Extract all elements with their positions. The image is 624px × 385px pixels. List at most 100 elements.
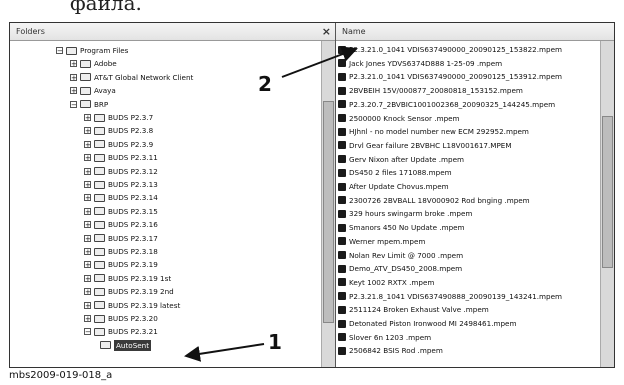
tree-node[interactable]: + BUDS P2.3.19 — [84, 259, 158, 270]
file-row[interactable]: 329 hours swingarm broke .mpem — [338, 208, 472, 219]
tree-node[interactable]: + AT&T Global Network Client — [70, 72, 193, 83]
close-icon[interactable]: × — [322, 23, 331, 40]
tree-node[interactable]: − Program Files — [56, 45, 128, 56]
folder-icon — [94, 260, 105, 269]
expand-icon[interactable]: + — [84, 207, 91, 215]
file-row[interactable]: P2.3.20.7_2BVBIC1001002368_20090325_1442… — [338, 99, 555, 110]
folders-pane: Folders × − Program Files + Adobe + AT&T Glob… — [10, 23, 336, 367]
tree-node[interactable]: + BUDS P2.3.11 — [84, 152, 158, 163]
tree-node[interactable]: + BUDS P2.3.8 — [84, 125, 153, 136]
folders-header-label: Folders — [16, 27, 45, 36]
expand-icon[interactable]: + — [84, 288, 91, 296]
tree-node[interactable]: + BUDS P2.3.7 — [84, 112, 153, 123]
mpem-file-icon — [338, 196, 346, 205]
tree-node-label: BUDS P2.3.20 — [108, 314, 158, 323]
tree-node-label: BUDS P2.3.19 2nd — [108, 287, 174, 297]
expand-icon[interactable]: + — [70, 60, 77, 68]
file-row[interactable]: Slover 6n 1203 .mpem — [338, 332, 431, 343]
file-row[interactable]: Jack Jones YDVS6374D888 1-25-09 .mpem — [338, 58, 502, 69]
file-row[interactable]: Smanors 450 No Update .mpem — [338, 222, 465, 233]
expand-icon[interactable]: + — [84, 154, 91, 162]
file-row[interactable]: 2500000 Knock Sensor .mpem — [338, 113, 460, 124]
file-row[interactable]: Keyt 1002 RXTX .mpem — [338, 277, 434, 288]
tree-node[interactable]: AutoSent — [100, 339, 152, 351]
file-row[interactable]: P2.3.21.8_1041 VDIS637490888_20090139_14… — [338, 291, 562, 302]
mpem-file-icon — [338, 292, 346, 301]
tree-node-label: BUDS P2.3.19 1st — [108, 273, 172, 283]
tree-node[interactable]: − BRP — [70, 99, 108, 110]
tree-node-label: BUDS P2.3.13 — [108, 180, 158, 189]
expand-icon[interactable]: + — [84, 181, 91, 189]
expand-icon[interactable]: + — [84, 261, 91, 269]
file-row[interactable]: Detonated Piston Ironwood MI 2498461.mpe… — [338, 318, 516, 329]
tree-node[interactable]: + BUDS P2.3.9 — [84, 139, 153, 150]
mpem-file-icon — [338, 305, 346, 314]
expand-icon[interactable]: + — [84, 301, 91, 309]
collapse-icon[interactable]: − — [70, 100, 77, 108]
tree-node[interactable]: − BUDS P2.3.21 — [84, 326, 158, 337]
file-row[interactable]: Nolan Rev Limit @ 7000 .mpem — [338, 250, 463, 261]
tree-node[interactable]: + Avaya — [70, 85, 116, 96]
tree-node[interactable]: + BUDS P2.3.12 — [84, 166, 158, 177]
files-scroll-thumb[interactable] — [602, 116, 613, 268]
tree-node-label: AT&T Global Network Client — [94, 72, 194, 82]
file-row[interactable]: 2511124 Broken Exhaust Valve .mpem — [338, 304, 489, 315]
expand-icon[interactable]: + — [70, 73, 77, 81]
expand-icon[interactable]: + — [84, 234, 91, 242]
tree-node[interactable]: + BUDS P2.3.13 — [84, 179, 158, 190]
tree-node[interactable]: + BUDS P2.3.14 — [84, 192, 158, 203]
collapse-icon[interactable]: − — [56, 47, 63, 55]
expand-icon[interactable]: + — [84, 140, 91, 148]
expand-icon[interactable]: + — [84, 248, 91, 256]
tree-node[interactable]: + BUDS P2.3.19 2nd — [84, 286, 174, 297]
files-scrollbar[interactable] — [600, 41, 614, 367]
tree-node[interactable]: + BUDS P2.3.16 — [84, 219, 158, 230]
file-row[interactable]: Drvl Gear failure 2BVBHC L18V001617.MPEM — [338, 140, 512, 151]
file-row[interactable]: After Update Chovus.mpem — [338, 181, 449, 192]
collapse-icon[interactable]: − — [84, 328, 91, 336]
expand-icon[interactable]: + — [84, 167, 91, 175]
expand-icon[interactable]: + — [84, 315, 91, 323]
folder-icon — [80, 100, 91, 109]
file-name: 2511124 Broken Exhaust Valve .mpem — [349, 305, 489, 315]
tree-node-label: BUDS P2.3.21 — [108, 327, 158, 337]
tree-node-label: BRP — [94, 99, 109, 109]
tree-node[interactable]: + Adobe — [70, 58, 117, 69]
file-row[interactable]: P2.3.21.0_1041 VDIS637490000_20090125_15… — [338, 44, 562, 55]
expand-icon[interactable]: + — [70, 87, 77, 95]
name-column-header[interactable]: Name — [336, 23, 614, 41]
callout-2: 2 — [258, 72, 272, 96]
expand-icon[interactable]: + — [84, 194, 91, 202]
file-row[interactable]: P2.3.21.0_1041 VDIS637490000_20090125_15… — [338, 71, 562, 82]
folders-scroll-thumb[interactable] — [323, 101, 334, 323]
expand-icon[interactable]: + — [84, 274, 91, 282]
tree-node[interactable]: + BUDS P2.3.18 — [84, 246, 158, 257]
file-name: Nolan Rev Limit @ 7000 .mpem — [349, 250, 464, 260]
file-row[interactable]: 2506842 BSIS Rod .mpem — [338, 345, 443, 356]
tree-node-label: AutoSent — [114, 339, 152, 351]
file-row[interactable]: HJhnl - no model number new ECM 292952.m… — [338, 126, 529, 137]
folders-scrollbar[interactable] — [321, 41, 335, 367]
file-name: Gerv Nixon after Update .mpem — [349, 154, 465, 164]
tree-node[interactable]: + BUDS P2.3.19 latest — [84, 300, 180, 311]
file-name: Demo_ATV_DS450_2008.mpem — [349, 264, 463, 274]
mpem-file-icon — [338, 278, 346, 287]
mpem-file-icon — [338, 155, 346, 164]
top-text-fragment: файла. — [70, 0, 142, 15]
tree-node[interactable]: + BUDS P2.3.17 — [84, 233, 158, 244]
file-row[interactable]: Werner mpem.mpem — [338, 236, 425, 247]
expand-icon[interactable]: + — [84, 221, 91, 229]
tree-node[interactable]: + BUDS P2.3.19 1st — [84, 273, 171, 284]
expand-icon[interactable]: + — [84, 114, 91, 122]
expand-icon[interactable]: + — [84, 127, 91, 135]
tree-node[interactable]: + BUDS P2.3.15 — [84, 206, 158, 217]
file-row[interactable]: Gerv Nixon after Update .mpem — [338, 154, 464, 165]
file-row[interactable]: DS450 2 files 171088.mpem — [338, 167, 452, 178]
folder-icon — [94, 193, 105, 202]
file-row[interactable]: 2BVBEIH 15V/000877_20080818_153152.mpem — [338, 85, 523, 96]
folders-header: Folders × — [10, 23, 335, 41]
file-name: DS450 2 files 171088.mpem — [349, 168, 452, 178]
file-row[interactable]: Demo_ATV_DS450_2008.mpem — [338, 263, 462, 274]
tree-node[interactable]: + BUDS P2.3.20 — [84, 313, 158, 324]
file-row[interactable]: 2300726 2BVBALL 18V000902 Rod bnging .mp… — [338, 195, 530, 206]
